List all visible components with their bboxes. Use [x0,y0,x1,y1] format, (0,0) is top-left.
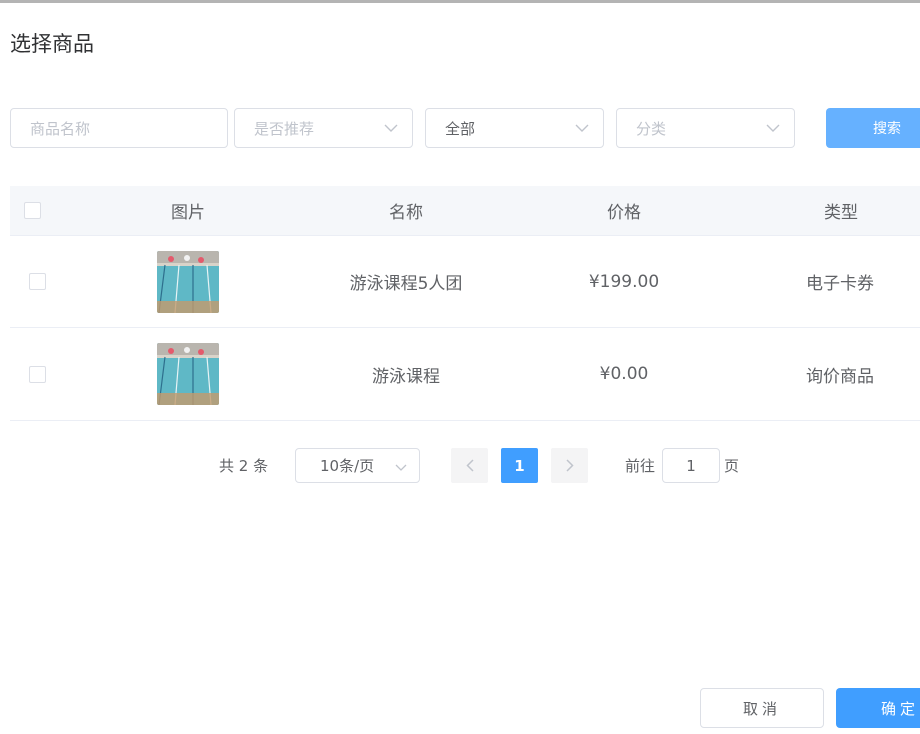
prev-page-button[interactable] [451,448,488,483]
goto-suffix: 页 [724,457,740,475]
dialog-top-border [0,0,920,3]
chevron-left-icon [465,459,474,472]
category-placeholder: 分类 [636,119,667,138]
next-page-button[interactable] [551,448,588,483]
row-checkbox-cell[interactable] [27,236,47,327]
column-header-price: 价格 [607,203,641,223]
recommend-select[interactable]: 是否推荐 [234,108,413,148]
column-header-image: 图片 [171,203,205,223]
row-price: ¥199.00 [588,271,660,292]
status-select[interactable]: 全部 [425,108,604,148]
cancel-button[interactable]: 取消 [700,688,824,728]
search-button[interactable]: 搜索 [826,108,920,148]
column-header-name: 名称 [389,203,423,223]
table-row[interactable]: 游泳课程 ¥0.00 询价商品 [10,328,920,421]
pagination-total: 共 2 条 [219,457,269,475]
product-name-input[interactable]: 商品名称 [10,108,228,148]
category-select[interactable]: 分类 [616,108,795,148]
row-checkbox-cell[interactable] [27,328,47,420]
chevron-down-icon [395,457,407,475]
chevron-down-icon [575,121,589,135]
row-type: 电子卡券 [806,274,874,294]
dialog-title: 选择商品 [10,32,94,56]
pool-photo-icon [157,343,219,405]
column-header-type: 类型 [824,203,858,223]
chevron-down-icon [384,121,398,135]
select-all-checkbox[interactable] [23,202,41,219]
pool-photo-icon [157,250,219,313]
recommend-placeholder: 是否推荐 [254,119,315,138]
row-name: 游泳课程5人团 [349,274,463,294]
row-image-cell [100,328,276,420]
row-checkbox[interactable] [28,273,46,290]
row-checkbox[interactable] [28,365,46,383]
page-number-current[interactable]: 1 [501,448,538,483]
page-size-value: 10条/页 [320,457,375,475]
chevron-right-icon [565,459,574,472]
goto-prefix: 前往 [625,457,656,475]
table-row[interactable]: 游泳课程5人团 ¥199.00 电子卡券 [10,236,920,328]
table-header: 图片 名称 价格 类型 [10,186,920,236]
confirm-button[interactable]: 确定 [836,688,920,728]
row-image-cell [100,236,276,327]
chevron-down-icon [766,121,780,135]
select-all-checkbox-cell[interactable] [22,186,42,235]
page-size-select[interactable]: 10条/页 [295,448,420,483]
goto-page-input[interactable]: 1 [662,448,720,483]
row-type: 询价商品 [806,366,874,387]
row-name: 游泳课程 [372,366,440,387]
row-price: ¥0.00 [599,364,649,384]
product-name-placeholder: 商品名称 [30,119,91,138]
status-value: 全部 [445,119,476,138]
